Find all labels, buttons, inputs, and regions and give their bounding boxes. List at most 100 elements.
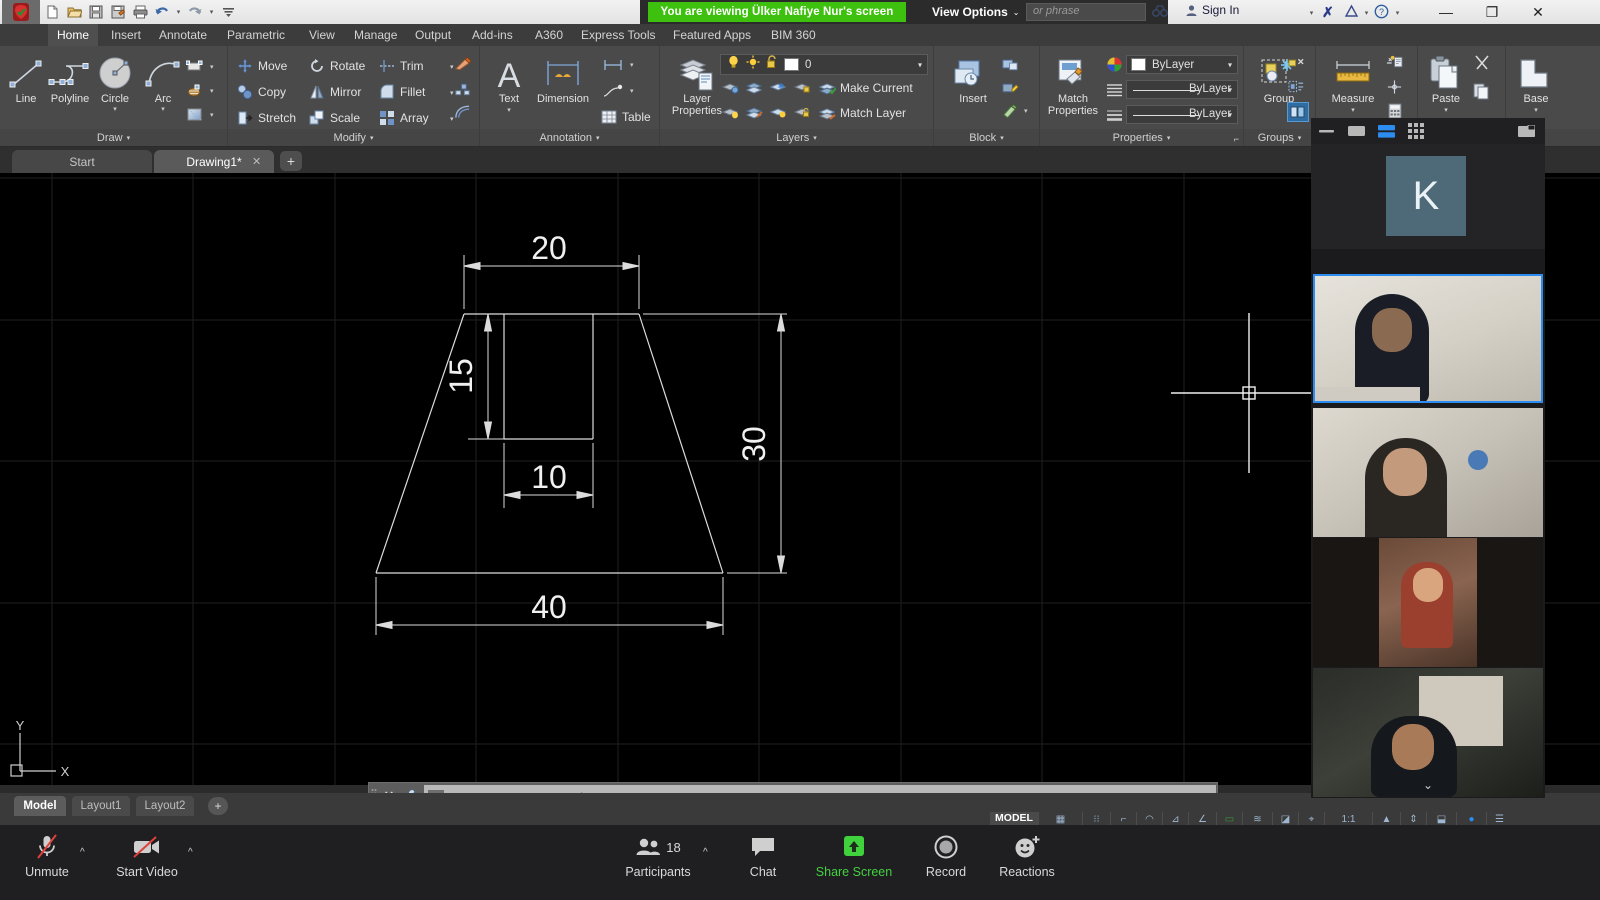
layer-unisolate-icon[interactable] [746,79,763,96]
unlock-icon[interactable] [766,55,778,74]
panel-modify-title[interactable]: Modify ▾ [228,129,479,146]
hardware-accel-icon[interactable]: ● [1456,812,1486,825]
ribbon-tab-parametric[interactable]: Parametric [218,24,294,46]
create-block-icon[interactable] [1002,56,1019,73]
ribbon-tab-a360[interactable]: A360 [526,24,572,46]
grid-icon[interactable]: ▦ [1038,812,1082,825]
ucs-status-icon[interactable]: ▭ [1216,812,1242,825]
autodesk-caret-icon[interactable]: ▾ [1362,9,1371,17]
circle-caret-icon[interactable]: ▾ [92,105,138,113]
modify-trim-button[interactable]: Trim [378,57,424,75]
draw-circle-button[interactable]: Circle ▾ [92,54,138,113]
drawing-tab-close-icon[interactable]: ✕ [252,155,261,168]
annotation-visibility-icon[interactable]: ▲ [1372,812,1400,825]
modify-copy-button[interactable]: Copy [236,83,286,101]
customization-icon[interactable]: ☰ [1486,812,1512,825]
chevron-down-icon[interactable]: ▾ [1228,60,1232,69]
share-screen-button[interactable]: Share Screen [802,831,906,893]
chevron-down-icon[interactable]: ▾ [918,60,922,69]
rectangle-icon[interactable] [186,58,203,75]
current-layer-dropdown[interactable]: 0 ▾ [720,54,928,75]
draw-arc-button[interactable]: Arc ▾ [140,54,186,113]
exchange-apps-icon[interactable]: ✗ [1322,4,1334,21]
ribbon-tab-manage[interactable]: Manage [345,24,406,46]
annotation-table-button[interactable]: Table [600,108,651,126]
model-tab[interactable]: Model [14,796,66,816]
match-properties-button[interactable]: Match Properties [1042,54,1104,117]
group-edit-icon[interactable] [1288,78,1305,95]
lightbulb-icon[interactable] [727,55,740,74]
ribbon-tab-addins[interactable]: Add-ins [463,24,522,46]
search-input[interactable]: or phrase [1026,3,1146,21]
video-options-caret-icon[interactable]: ^ [188,847,193,858]
scroll-down-button[interactable]: ⌄ [1311,772,1545,798]
ribbon-tab-home[interactable]: Home [48,24,99,46]
text-caret-icon[interactable]: ▾ [486,106,532,114]
restore-button[interactable]: ❐ [1469,0,1515,24]
participant-tile-2[interactable] [1313,408,1543,537]
chat-button[interactable]: Chat [737,831,789,893]
new-drawing-tab-button[interactable]: + [280,151,302,171]
cut-icon[interactable] [1472,54,1492,71]
ribbon-tab-view[interactable]: View [300,24,344,46]
polar-icon[interactable]: ◠ [1136,812,1162,825]
participants-button[interactable]: 18 Participants [625,831,691,893]
gradient-caret-icon[interactable]: ▾ [210,111,214,119]
drawing-tab-start[interactable]: Start [12,150,152,173]
mic-options-caret-icon[interactable]: ^ [80,847,85,858]
point-id-icon[interactable] [1386,78,1403,95]
dimension-style-icon[interactable] [602,56,624,73]
offset-icon[interactable] [454,103,471,120]
ungroup-icon[interactable] [1288,54,1305,71]
leader-icon[interactable] [602,82,624,99]
gradient-icon[interactable] [186,106,203,123]
lineweight-icon[interactable] [1106,106,1123,123]
panel-annotation-title[interactable]: Annotation ▾ [480,129,659,146]
minimize-icon[interactable] [1311,118,1341,144]
annotation-monitor-icon[interactable]: ⇕ [1400,812,1426,825]
base-caret-icon[interactable]: ▾ [1512,106,1560,114]
measure-caret-icon[interactable]: ▾ [1322,106,1384,114]
participant-tile-1[interactable] [1313,274,1543,403]
linetype-icon[interactable] [1106,81,1123,98]
ribbon-tab-insert[interactable]: Insert [102,24,150,46]
color-dropdown[interactable]: ByLayer ▾ [1126,55,1238,74]
annotation-text-button[interactable]: A Text ▾ [486,54,532,114]
paste-caret-icon[interactable]: ▾ [1422,106,1470,114]
help-icon[interactable]: ? [1374,4,1389,24]
single-view-icon[interactable] [1341,118,1371,144]
block-attribute-caret-icon[interactable]: ▾ [1024,107,1028,115]
layer-lock-icon[interactable] [794,79,811,96]
record-button[interactable]: Record [917,831,975,893]
participants-caret-icon[interactable]: ^ [703,847,708,858]
transparency-icon[interactable]: ◪ [1272,812,1298,825]
modify-move-button[interactable]: Move [236,57,287,75]
modify-mirror-button[interactable]: Mirror [308,83,361,101]
modify-fillet-button[interactable]: Fillet [378,83,425,101]
measure-button[interactable]: Measure ▾ [1322,54,1384,114]
color-wheel-icon[interactable] [1106,56,1123,73]
ribbon-tab-featured-apps[interactable]: Featured Apps [664,24,760,46]
new-layout-button[interactable]: + [208,797,228,815]
view-options-button[interactable]: View Options ⌄ [932,2,1020,22]
make-current-button[interactable]: Make Current [818,79,913,97]
autodesk-icon[interactable] [1344,4,1359,24]
edit-block-icon[interactable] [1002,79,1019,96]
block-attribute-icon[interactable] [1002,102,1019,119]
layer-change-icon[interactable] [746,104,763,121]
sign-in-caret-icon[interactable]: ▾ [1307,9,1316,17]
modify-scale-button[interactable]: Scale [308,109,360,127]
search-binoculars-icon[interactable] [1152,4,1168,20]
modify-rotate-button[interactable]: Rotate [308,57,365,75]
annotation-scale-value[interactable]: 1:1 [1324,812,1372,825]
chevron-down-icon[interactable]: ▾ [1228,85,1232,94]
layer-off-icon[interactable] [722,104,739,121]
properties-dialog-launcher[interactable]: ⌐ [1234,134,1239,144]
layer-freeze-icon[interactable] [770,79,787,96]
snap-icon[interactable]: ⁝⁝ [1082,812,1110,825]
workspace-icon[interactable]: ⬓ [1426,812,1456,825]
annotation-dimension-button[interactable]: Dimension [528,54,598,106]
insert-block-button[interactable]: Insert [946,54,1000,106]
erase-icon[interactable] [454,55,471,72]
ribbon-tab-annotate[interactable]: Annotate [150,24,216,46]
